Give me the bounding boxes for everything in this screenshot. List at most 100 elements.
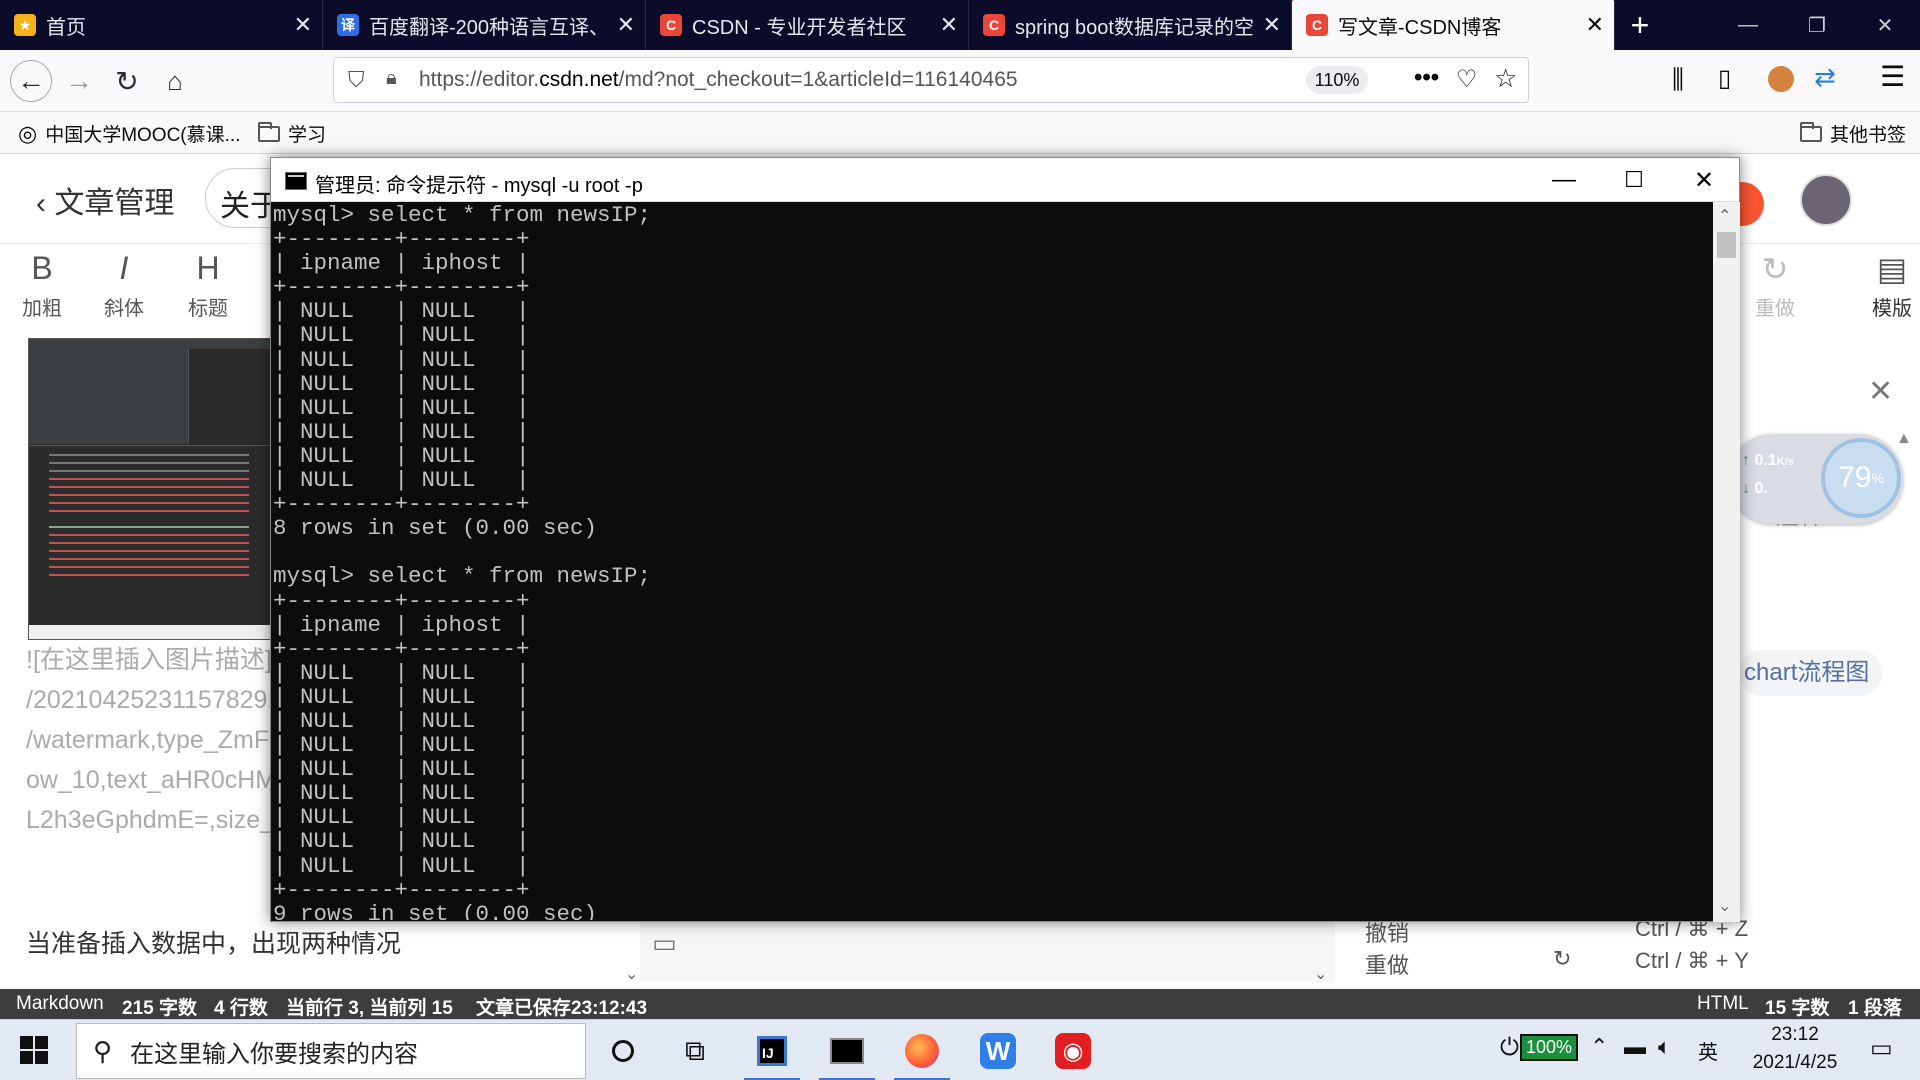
maximize-icon[interactable]: ☐	[1599, 158, 1669, 202]
navigation-bar: ← → ↻ ⌂ ⛉ 🔒︎ https://editor.csdn.net/md?…	[0, 50, 1920, 112]
pocket-icon[interactable]: ♡	[1456, 65, 1478, 94]
markdown-line: /20210425231157829.	[26, 686, 275, 714]
folder-icon	[258, 121, 280, 142]
taskbar-search-box[interactable]: ⚲ 在这里输入你要搜索的内容	[76, 1023, 586, 1079]
scrollbar-thumb[interactable]	[1717, 232, 1736, 258]
toolbar-label: 标题	[188, 298, 228, 320]
back-to-articles-link[interactable]: ‹ 文章管理	[36, 178, 174, 222]
redo-button[interactable]: ↻ 重做	[1745, 250, 1805, 321]
power-plug-icon[interactable]: ⏻	[1500, 1034, 1519, 1062]
console-output[interactable]: mysql> select * from newsIP; +--------+-…	[273, 202, 1713, 920]
tab-home[interactable]: ★ 首页 ✕	[0, 0, 323, 50]
heading-button[interactable]: H 标题	[178, 250, 238, 321]
status-line-count: 4 行数	[214, 998, 268, 1019]
chevron-down-icon[interactable]: ⌄	[1314, 964, 1327, 984]
template-icon: ▤	[1876, 251, 1908, 287]
monitor-icon[interactable]: ▭	[652, 928, 677, 959]
firefox-icon[interactable]	[892, 1026, 952, 1080]
scroll-up-icon[interactable]: ⌃	[1718, 206, 1731, 226]
markdown-line: L2h3eGphdmE=,size_	[26, 806, 275, 834]
sidebar-icon[interactable]: ▯	[1718, 64, 1731, 93]
csdn-yellow-icon: ★	[14, 14, 36, 36]
template-button[interactable]: ▤ 模版	[1862, 250, 1920, 321]
tab-spring-boot[interactable]: C spring boot数据库记录的空值 ✕	[969, 0, 1292, 50]
italic-button[interactable]: I 斜体	[94, 250, 154, 321]
library-icon[interactable]: ⫼	[1672, 64, 1684, 96]
chart-flowchart-button[interactable]: chart流程图	[1740, 650, 1882, 696]
restore-icon[interactable]: ❐	[1782, 0, 1852, 50]
close-tab-icon[interactable]: ✕	[940, 12, 958, 38]
windows-start-icon[interactable]	[20, 1036, 50, 1066]
url-bar[interactable]: ⛉ 🔒︎ https://editor.csdn.net/md?not_chec…	[333, 57, 1529, 103]
notification-icon[interactable]: ▭	[1870, 1034, 1893, 1063]
chevron-up-icon[interactable]: ⌃	[1590, 1034, 1608, 1060]
zoom-level[interactable]: 110%	[1306, 66, 1368, 94]
home-icon[interactable]: ⌂	[154, 60, 196, 102]
tab-write-article[interactable]: C 写文章-CSDN博客 ✕	[1292, 0, 1615, 50]
intellij-icon[interactable]: IJ	[742, 1026, 802, 1080]
other-bookmarks-folder[interactable]: 其他书签	[1800, 120, 1906, 147]
ime-indicator[interactable]: 英	[1698, 1036, 1718, 1065]
shortcut-list: 撤销 Ctrl / ⌘ + Z 重做 ↻ Ctrl / ⌘ + Y	[1335, 912, 1920, 982]
tab-title: 百度翻译-200种语言互译、沟	[369, 16, 609, 39]
wps-icon[interactable]: W	[968, 1026, 1028, 1076]
cmd-taskbar-icon[interactable]	[817, 1026, 877, 1080]
clock-time[interactable]: 23:12	[1740, 1024, 1850, 1046]
bookmark-study-folder[interactable]: 学习	[258, 120, 326, 147]
battery-level[interactable]: 100%	[1520, 1034, 1579, 1061]
command-prompt-window[interactable]: 管理员: 命令提示符 - mysql -u root -p — ☐ ✕ mysq…	[270, 157, 1740, 922]
markdown-line: ![在这里插入图片描述](	[26, 646, 281, 674]
status-right-chars: 15 字数	[1765, 998, 1830, 1019]
task-view-icon[interactable]: ⧉	[665, 1026, 725, 1076]
minimize-icon[interactable]: —	[1529, 158, 1599, 202]
browser-tab-bar: ★ 首页 ✕ 译 百度翻译-200种语言互译、沟 ✕ C CSDN - 专业开发…	[0, 0, 1920, 50]
close-tab-icon[interactable]: ✕	[1586, 12, 1604, 38]
close-panel-icon[interactable]: ✕	[1868, 374, 1893, 409]
netease-music-icon[interactable]: ◉	[1043, 1026, 1103, 1076]
volume-icon[interactable]: 🔈︎	[1658, 1034, 1671, 1060]
paragraph-text[interactable]: 当准备插入数据中，出现两种情况	[26, 924, 401, 960]
cortana-icon[interactable]	[593, 1026, 653, 1076]
close-tab-icon[interactable]: ✕	[1263, 12, 1281, 38]
windows-taskbar: ⚲ 在这里输入你要搜索的内容 ⧉ IJ W ◉ ⏻ 100% ⌃ ▬ 🔈︎ 英 …	[0, 1019, 1920, 1080]
scroll-down-icon[interactable]: ⌄	[1718, 896, 1731, 916]
bookmark-label: 其他书签	[1830, 125, 1907, 146]
shield-icon[interactable]: ⛉	[348, 67, 365, 93]
reload-icon[interactable]: ↻	[106, 60, 148, 102]
lock-icon[interactable]: 🔒︎	[386, 67, 397, 90]
clock-date[interactable]: 2021/4/25	[1730, 1052, 1860, 1074]
bookmark-star-icon[interactable]: ☆	[1494, 63, 1517, 94]
profile-avatar[interactable]	[1768, 66, 1794, 92]
scroll-up-icon[interactable]: ▲	[1896, 430, 1912, 448]
cmd-title-bar[interactable]: 管理员: 命令提示符 - mysql -u root -p — ☐ ✕	[271, 158, 1739, 202]
redo-icon: ↻	[1761, 251, 1789, 287]
url-text[interactable]: https://editor.csdn.net/md?not_checkout=…	[419, 68, 1018, 92]
sync-icon[interactable]: ⇄	[1814, 62, 1836, 93]
network-speed-widget[interactable]: ↑ 0.1K/s ↓ 0. 79%	[1728, 434, 1903, 524]
menu-icon[interactable]: ☰	[1880, 60, 1905, 93]
more-actions-icon[interactable]: •••	[1414, 64, 1439, 92]
chevron-down-icon[interactable]: ⌄	[625, 964, 638, 984]
avatar[interactable]	[1800, 174, 1852, 226]
new-tab-button[interactable]: +	[1615, 0, 1665, 50]
tab-title: spring boot数据库记录的空值	[1015, 16, 1255, 39]
italic-icon: I	[119, 250, 129, 286]
toolbar-label: 斜体	[104, 298, 144, 320]
markdown-source[interactable]: ![在这里插入图片描述]( /20210425231157829. /water…	[26, 640, 280, 840]
cmd-title: 管理员: 命令提示符 - mysql -u root -p	[315, 175, 643, 197]
tab-csdn[interactable]: C CSDN - 专业开发者社区 ✕	[646, 0, 969, 50]
close-tab-icon[interactable]: ✕	[294, 12, 312, 38]
bold-button[interactable]: B 加粗	[12, 250, 72, 321]
tab-baidu-translate[interactable]: 译 百度翻译-200种语言互译、沟 ✕	[323, 0, 646, 50]
console-scrollbar[interactable]: ⌃ ⌄	[1713, 202, 1740, 922]
status-char-count: 215 字数	[122, 998, 197, 1019]
close-tab-icon[interactable]: ✕	[617, 12, 635, 38]
forward-arrow-icon[interactable]: →	[58, 60, 100, 102]
bookmark-mooc[interactable]: ◎ 中国大学MOOC(慕课...	[18, 120, 240, 147]
battery-icon[interactable]: ▬	[1624, 1034, 1646, 1060]
inserted-ide-screenshot	[28, 338, 276, 640]
back-arrow-icon[interactable]: ←	[10, 60, 52, 102]
minimize-icon[interactable]: —	[1713, 0, 1783, 50]
close-icon[interactable]: ✕	[1669, 158, 1739, 202]
close-window-icon[interactable]: ✕	[1850, 0, 1920, 50]
